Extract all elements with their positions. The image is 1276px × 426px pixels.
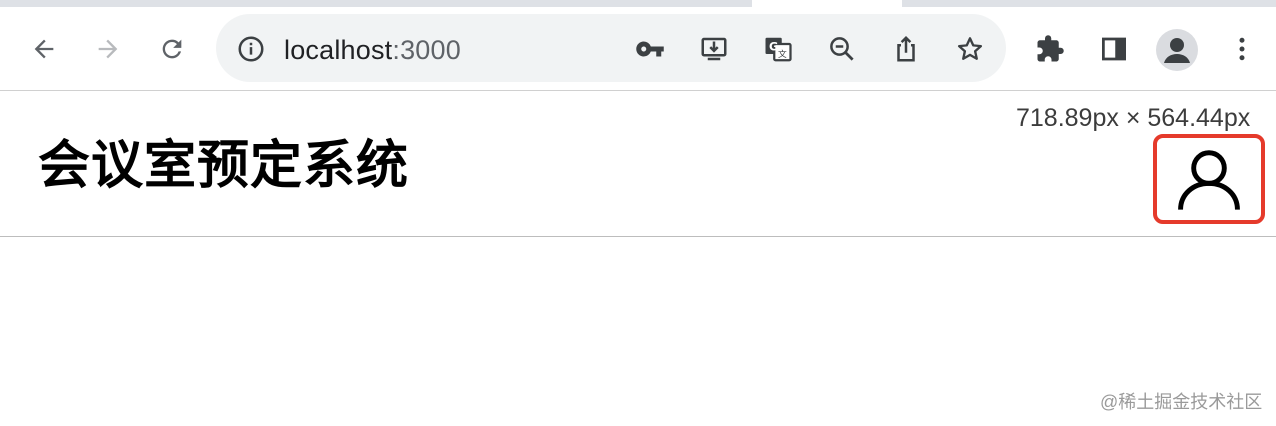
info-icon[interactable] (236, 34, 266, 64)
user-icon (1178, 150, 1240, 210)
active-tab[interactable] (742, 0, 912, 7)
translate-button[interactable]: G 文 (762, 33, 794, 65)
user-button[interactable] (1153, 134, 1265, 224)
browser-window: localhost:3000 G 文 会议室预定系统 718.89px × 56… (0, 0, 1276, 426)
profile-avatar-icon (1164, 38, 1190, 63)
password-button[interactable] (634, 33, 666, 65)
share-button[interactable] (890, 33, 922, 65)
zoom-button[interactable] (826, 33, 858, 65)
url-host: localhost (284, 35, 393, 65)
reload-button[interactable] (152, 29, 192, 69)
browser-toolbar: localhost:3000 G 文 (0, 7, 1276, 91)
side-panel-button[interactable] (1094, 29, 1134, 69)
back-button[interactable] (24, 29, 64, 69)
star-icon (957, 37, 983, 60)
translate-icon: G 文 (765, 37, 792, 62)
watermark: @稀土掘金技术社区 (1100, 392, 1263, 412)
extensions-button[interactable] (1030, 29, 1070, 69)
url-port: :3000 (392, 35, 461, 65)
address-bar[interactable]: localhost:3000 G 文 (216, 14, 1006, 82)
svg-text:文: 文 (778, 48, 787, 60)
profile-button[interactable] (1156, 29, 1198, 71)
side-panel-icon (1102, 37, 1126, 61)
dimension-readout: 718.89px × 564.44px (1016, 104, 1251, 132)
bookmark-button[interactable] (954, 33, 986, 65)
kebab-menu-icon (1239, 37, 1245, 61)
key-icon (636, 41, 664, 57)
page-title: 会议室预定系统 (38, 136, 410, 196)
puzzle-icon (1037, 35, 1064, 62)
forward-arrow-icon (98, 39, 118, 59)
svg-text:G: G (769, 40, 778, 53)
reload-icon (162, 39, 182, 59)
zoom-out-icon (830, 37, 854, 61)
tab-strip (0, 0, 1276, 7)
browser-menu-button[interactable] (1222, 29, 1262, 69)
back-arrow-icon (34, 39, 54, 59)
share-icon (897, 35, 915, 62)
page-content: 会议室预定系统 718.89px × 564.44px @稀土掘金技术社区 (0, 91, 1276, 426)
url-text[interactable]: localhost:3000 (284, 35, 461, 65)
install-app-icon (701, 37, 727, 61)
install-button[interactable] (698, 33, 730, 65)
forward-button[interactable] (88, 29, 128, 69)
